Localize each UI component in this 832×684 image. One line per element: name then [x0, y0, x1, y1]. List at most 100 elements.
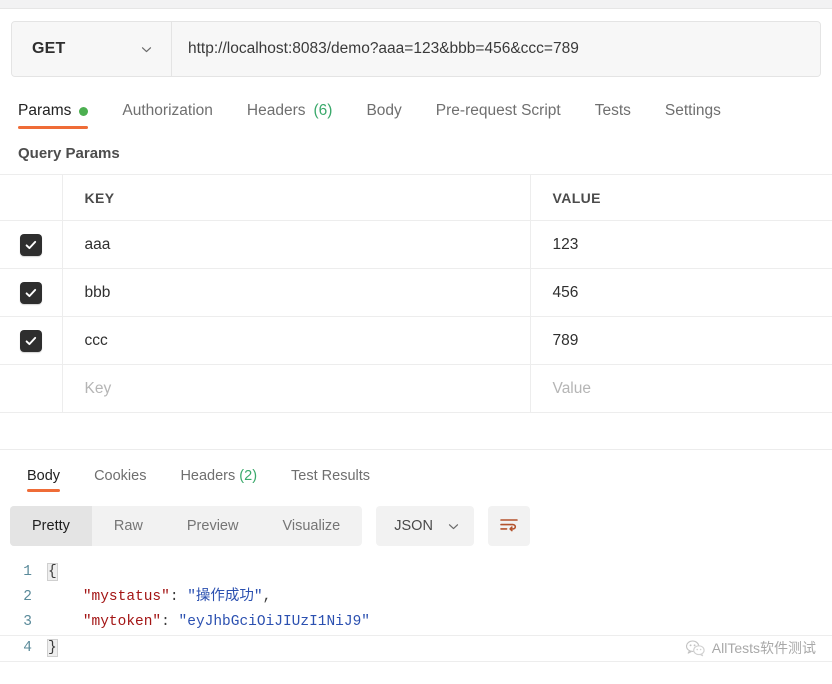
row-value-cell[interactable]: 789	[530, 316, 832, 365]
row-checkbox[interactable]	[19, 233, 42, 256]
row-key-cell[interactable]: aaa	[62, 220, 531, 269]
param-value-value: 456	[552, 283, 579, 301]
tab-pre-request-script[interactable]: Pre-request Script	[436, 102, 561, 129]
line-number: 1	[23, 564, 32, 580]
param-key-value: aaa	[84, 235, 111, 253]
line-number: 4	[23, 640, 32, 656]
code-token-str: "操作成功"	[187, 589, 263, 605]
view-mode-raw[interactable]: Raw	[92, 506, 165, 546]
tab-body[interactable]: Body	[366, 102, 401, 129]
response-tab-headers-label: Headers	[180, 468, 236, 484]
param-key-value: bbb	[84, 283, 111, 301]
row-value-cell[interactable]: 123	[530, 220, 832, 269]
row-check-cell	[0, 316, 63, 365]
new-param-key-placeholder: Key	[84, 379, 112, 397]
column-header-value: VALUE	[552, 189, 601, 206]
response-tab-body-label: Body	[27, 468, 61, 484]
response-tab-headers-count: (2)	[239, 468, 258, 484]
response-tab-cookies-label: Cookies	[94, 468, 147, 484]
view-mode-pretty[interactable]: Pretty	[10, 506, 92, 546]
new-param-value-placeholder: Value	[552, 379, 592, 397]
tab-settings-label: Settings	[664, 102, 721, 119]
code-line: 2 "mystatus": "操作成功",	[0, 585, 832, 610]
row-key-cell[interactable]: bbb	[62, 268, 531, 317]
tab-params[interactable]: Params	[18, 102, 89, 129]
row-key-cell[interactable]: ccc	[62, 316, 531, 365]
header-cell-value: VALUE	[530, 174, 832, 221]
request-tab-bar: Params Authorization Headers (6) Body Pr…	[0, 93, 832, 129]
response-view-mode-group: Pretty Raw Preview Visualize	[10, 506, 363, 546]
response-tab-test-results-label: Test Results	[291, 468, 371, 484]
request-url-bar: GET http://localhost:8083/demo?aaa=123&b…	[11, 21, 821, 77]
column-header-key: KEY	[84, 189, 115, 206]
table-row: ccc 789	[0, 316, 832, 365]
tab-headers-label: Headers	[246, 102, 306, 119]
tab-headers-count: (6)	[313, 102, 333, 119]
row-check-cell	[0, 268, 63, 317]
line-number: 3	[23, 614, 32, 630]
code-token-brace: {	[47, 563, 58, 581]
response-tab-headers[interactable]: Headers (2)	[180, 468, 257, 492]
code-line: 1{	[0, 560, 832, 585]
response-tab-cookies[interactable]: Cookies	[94, 468, 146, 492]
query-params-table: KEY VALUE aaa 123 bbb 456 ccc 789 Key Va…	[0, 174, 832, 413]
param-key-value: ccc	[84, 331, 108, 349]
response-format-select[interactable]: JSON	[376, 506, 474, 546]
code-token-str: "eyJhbGciOiJIUzI1NiJ9"	[178, 614, 370, 630]
code-token-punc: :	[169, 589, 188, 605]
tab-pre-request-script-label: Pre-request Script	[435, 102, 561, 119]
chevron-down-icon	[140, 43, 153, 56]
tab-params-label: Params	[18, 102, 72, 119]
new-param-value-cell[interactable]: Value	[530, 364, 832, 413]
code-token-key: "mytoken"	[82, 614, 162, 630]
tab-headers[interactable]: Headers (6)	[247, 102, 333, 129]
row-check-cell	[0, 220, 63, 269]
new-param-key-cell[interactable]: Key	[62, 364, 531, 413]
response-tab-test-results[interactable]: Test Results	[291, 468, 370, 492]
window-top-strip	[0, 0, 832, 9]
header-cell-check	[0, 174, 63, 221]
tab-authorization-label: Authorization	[122, 102, 213, 119]
query-params-title: Query Params	[18, 145, 120, 162]
tab-settings[interactable]: Settings	[665, 102, 721, 129]
word-wrap-button[interactable]	[487, 506, 530, 546]
table-header-row: KEY VALUE	[0, 174, 832, 221]
code-line-text: }	[47, 636, 58, 661]
row-checkbox[interactable]	[19, 329, 42, 352]
tab-authorization[interactable]: Authorization	[122, 102, 212, 129]
response-format-label: JSON	[394, 518, 433, 534]
view-mode-preview[interactable]: Preview	[165, 506, 261, 546]
code-token-punc: ,	[262, 589, 272, 605]
code-line: 3 "mytoken": "eyJhbGciOiJIUzI1NiJ9"	[0, 610, 832, 635]
code-token-brace: }	[47, 639, 58, 657]
http-method-select[interactable]: GET	[12, 22, 172, 76]
table-row-empty: Key Value	[0, 364, 832, 413]
chevron-down-icon	[447, 520, 460, 533]
params-modified-dot-icon	[79, 106, 89, 116]
response-body-code[interactable]: 1{2 "mystatus": "操作成功", 3 "mytoken": "eyJ…	[0, 560, 832, 662]
table-row: aaa 123	[0, 220, 832, 269]
code-line: 4}	[0, 635, 832, 662]
param-value-value: 123	[552, 235, 579, 253]
table-row: bbb 456	[0, 268, 832, 317]
code-token-punc: :	[161, 614, 179, 630]
response-toolbar: Pretty Raw Preview Visualize JSON	[0, 492, 832, 546]
row-checkbox[interactable]	[19, 281, 42, 304]
view-mode-visualize[interactable]: Visualize	[260, 506, 362, 546]
response-tab-body[interactable]: Body	[27, 468, 61, 492]
param-value-value: 789	[552, 331, 579, 349]
code-line-text: "mytoken": "eyJhbGciOiJIUzI1NiJ9"	[48, 610, 370, 635]
row-check-cell	[0, 364, 63, 413]
code-line-text: {	[47, 560, 58, 585]
code-line-text: "mystatus": "操作成功",	[48, 585, 272, 610]
tab-tests[interactable]: Tests	[595, 102, 631, 129]
code-token-key: "mystatus"	[82, 589, 170, 605]
tab-body-label: Body	[366, 102, 402, 119]
tab-tests-label: Tests	[594, 102, 631, 119]
header-cell-key: KEY	[62, 174, 531, 221]
request-url-input[interactable]: http://localhost:8083/demo?aaa=123&bbb=4…	[172, 22, 820, 76]
word-wrap-icon	[499, 516, 519, 537]
row-value-cell[interactable]: 456	[530, 268, 832, 317]
